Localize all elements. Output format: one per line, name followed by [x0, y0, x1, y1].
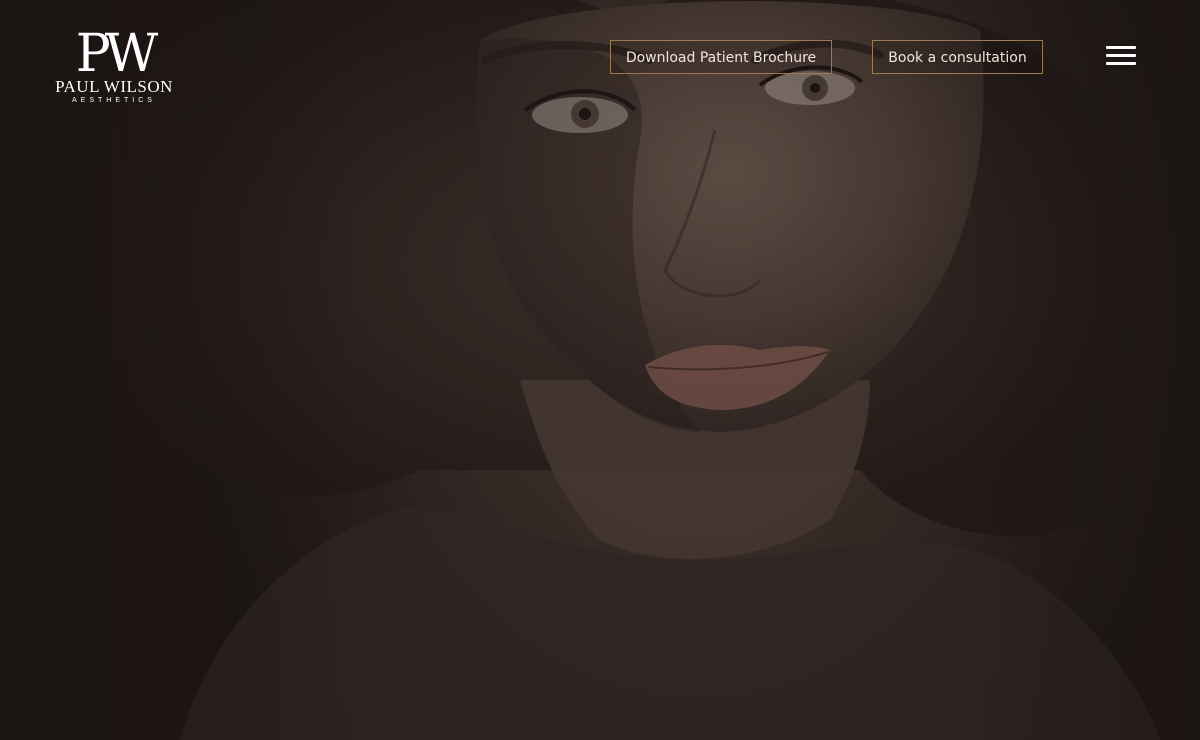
- book-consultation-button[interactable]: Book a consultation: [872, 40, 1043, 74]
- menu-bar-top: [1106, 46, 1136, 49]
- logo-name: PAUL WILSON: [55, 77, 173, 96]
- logo-monogram: PW: [75, 24, 158, 84]
- site-header: PW PAUL WILSON AESTHETICS Download Patie…: [0, 0, 1200, 120]
- hero-section: PW PAUL WILSON AESTHETICS Download Patie…: [0, 0, 1200, 740]
- menu-bar-bottom: [1106, 62, 1136, 65]
- download-brochure-button[interactable]: Download Patient Brochure: [610, 40, 832, 74]
- menu-bar-middle: [1106, 54, 1136, 57]
- logo-tagline: AESTHETICS: [72, 97, 156, 104]
- brand-logo[interactable]: PW PAUL WILSON AESTHETICS: [52, 28, 176, 110]
- hamburger-menu-icon[interactable]: [1106, 45, 1138, 67]
